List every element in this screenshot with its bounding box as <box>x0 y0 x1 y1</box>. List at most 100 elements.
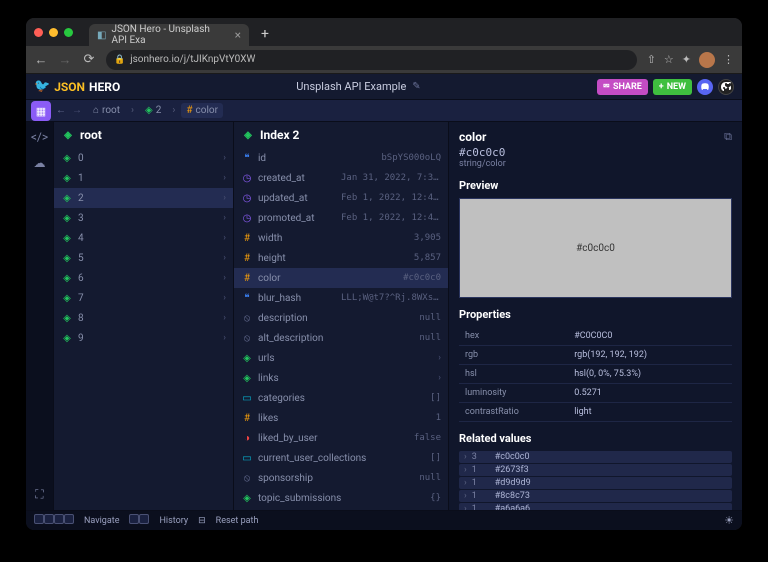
reset-path-icon: ⊟ <box>198 516 206 526</box>
breadcrumb-root[interactable]: ⌂ root <box>88 103 125 118</box>
field-row-categories[interactable]: ▭categories[] <box>234 388 448 408</box>
chevron-right-icon: › <box>223 233 226 243</box>
field-row-topic_submissions[interactable]: ◈topic_submissions{} <box>234 488 448 508</box>
related-value-row[interactable]: ›1#8c8c73 <box>459 490 732 502</box>
theme-toggle-icon[interactable]: ☀ <box>724 514 734 527</box>
root-item-7[interactable]: ◈7› <box>54 288 233 308</box>
cube-icon: ◈ <box>145 105 153 116</box>
logo[interactable]: 🐦 JSONHERO <box>34 79 120 94</box>
crumb-forward-icon[interactable]: → <box>72 105 82 116</box>
field-row-color[interactable]: #color#c0c0c0 <box>234 268 448 288</box>
chevron-right-icon: › <box>223 193 226 203</box>
share-page-icon[interactable]: ⇧ <box>647 53 656 66</box>
field-value: Jan 31, 2022, 7:39:53 PM … <box>341 173 441 183</box>
field-row-current_user_collections[interactable]: ▭current_user_collections[] <box>234 448 448 468</box>
field-value: LLL;W@t7?^Rj.8WXs:oIyDofI… <box>341 293 441 303</box>
github-button[interactable] <box>718 79 734 95</box>
field-row-created_at[interactable]: ◷created_atJan 31, 2022, 7:39:53 PM … <box>234 168 448 188</box>
root-item-0[interactable]: ◈0› <box>54 148 233 168</box>
close-tab-icon[interactable]: × <box>235 28 241 42</box>
field-row-liked_by_user[interactable]: ◑liked_by_userfalse <box>234 428 448 448</box>
browser-menu-icon[interactable]: ⋮ <box>723 53 734 66</box>
property-value: light <box>568 403 732 422</box>
edit-title-icon[interactable]: ✎ <box>412 81 420 92</box>
root-item-3[interactable]: ◈3› <box>54 208 233 228</box>
property-key: hsl <box>459 365 568 384</box>
field-row-likes[interactable]: #likes1 <box>234 408 448 428</box>
related-value-row[interactable]: ›1#d9d9d9 <box>459 477 732 489</box>
new-button[interactable]: + NEW <box>653 79 692 95</box>
bookmark-icon[interactable]: ☆ <box>664 53 674 66</box>
field-key: created_at <box>258 173 305 184</box>
close-window-icon[interactable] <box>34 28 43 37</box>
field-row-id[interactable]: ❝idbSpYS000oLQ <box>234 148 448 168</box>
root-item-label: 3 <box>78 213 84 224</box>
null-icon: ⦸ <box>241 473 253 484</box>
main-content: </> ☁ ⛶ ◈ root ◈0›◈1›◈2›◈3›◈4›◈5›◈6›◈7›◈… <box>26 122 742 510</box>
root-item-label: 5 <box>78 253 84 264</box>
field-row-blur_hash[interactable]: ❝blur_hashLLL;W@t7?^Rj.8WXs:oIyDofI… <box>234 288 448 308</box>
url-text: jsonhero.io/j/tJIKnpVtY0XW <box>130 54 255 65</box>
related-value-row[interactable]: ›1#2673f3 <box>459 464 732 476</box>
root-item-5[interactable]: ◈ 5 › <box>54 248 233 268</box>
root-item-1[interactable]: ◈1› <box>54 168 233 188</box>
window-controls <box>34 28 73 37</box>
footer-reset-button[interactable]: Reset path <box>216 516 259 526</box>
related-value-row[interactable]: ›1#a6a6a6 <box>459 503 732 510</box>
field-key: urls <box>258 353 275 364</box>
chevron-right-icon: › <box>172 105 175 116</box>
properties-table: hex#C0C0C0rgbrgb(192, 192, 192)hslhsl(0,… <box>459 327 732 422</box>
field-row-links[interactable]: ◈links› <box>234 368 448 388</box>
field-row-promoted_at[interactable]: ◷promoted_atFeb 1, 2022, 12:40:01 P… <box>234 208 448 228</box>
field-key: height <box>258 253 286 264</box>
expand-icon[interactable]: ⛶ <box>35 487 43 502</box>
profile-avatar[interactable] <box>699 52 715 68</box>
field-row-height[interactable]: #height5,857 <box>234 248 448 268</box>
back-button[interactable]: ← <box>34 52 48 68</box>
root-item-4[interactable]: ◈4› <box>54 228 233 248</box>
view-mode-button[interactable]: ▦ <box>31 101 51 121</box>
field-value: null <box>419 313 441 323</box>
share-button[interactable]: ⮹ SHARE <box>597 79 648 95</box>
column-index-header: ◈ Index 2 <box>234 122 448 148</box>
field-row-updated_at[interactable]: ◷updated_atFeb 1, 2022, 12:40:02 PM… <box>234 188 448 208</box>
code-view-icon[interactable]: </> <box>31 130 48 144</box>
root-item-8[interactable]: ◈8› <box>54 308 233 328</box>
field-row-width[interactable]: #width3,905 <box>234 228 448 248</box>
minimize-window-icon[interactable] <box>49 28 58 37</box>
root-item-9[interactable]: ◈9› <box>54 328 233 348</box>
chevron-right-icon: › <box>223 253 226 263</box>
forward-button[interactable]: → <box>58 52 72 68</box>
field-row-description[interactable]: ⦸descriptionnull <box>234 308 448 328</box>
preview-heading: Preview <box>459 179 732 192</box>
breadcrumb-index[interactable]: ◈ 2 <box>140 103 166 118</box>
status-bar: Navigate History ⊟ Reset path ☀ <box>26 510 742 530</box>
address-field[interactable]: 🔒 jsonhero.io/j/tJIKnpVtY0XW <box>106 50 637 70</box>
cloud-download-icon[interactable]: ☁ <box>34 156 46 170</box>
root-item-2[interactable]: ◈2› <box>54 188 233 208</box>
extensions-icon[interactable]: ✦ <box>682 53 691 66</box>
address-bar-row: ← → ⟳ 🔒 jsonhero.io/j/tJIKnpVtY0XW ⇧ ☆ ✦… <box>26 46 742 74</box>
discord-button[interactable] <box>697 79 713 95</box>
root-item-6[interactable]: ◈6› <box>54 268 233 288</box>
new-tab-button[interactable]: + <box>261 26 269 42</box>
related-value-row[interactable]: ›3#c0c0c0 <box>459 451 732 463</box>
breadcrumb-field[interactable]: # color <box>181 103 223 118</box>
cube-icon: ◈ <box>61 253 73 264</box>
property-value: hsl(0, 0%, 75.3%) <box>568 365 732 384</box>
related-count: 3 <box>472 452 490 462</box>
crumb-back-icon[interactable]: ← <box>56 105 66 116</box>
field-key: id <box>258 153 266 164</box>
copy-icon[interactable]: ⧉ <box>724 130 732 144</box>
document-title-text: Unsplash API Example <box>296 80 406 93</box>
breadcrumb-field-label: color <box>196 105 218 116</box>
field-value: bSpYS000oLQ <box>381 153 441 163</box>
reload-button[interactable]: ⟳ <box>82 52 96 68</box>
maximize-window-icon[interactable] <box>64 28 73 37</box>
field-row-alt_description[interactable]: ⦸alt_descriptionnull <box>234 328 448 348</box>
null-icon: ⦸ <box>241 333 253 344</box>
browser-tab[interactable]: ◧ JSON Hero - Unsplash API Exa × <box>89 24 249 46</box>
field-row-sponsorship[interactable]: ⦸sponsorshipnull <box>234 468 448 488</box>
field-key: topic_submissions <box>258 493 341 504</box>
field-row-urls[interactable]: ◈urls› <box>234 348 448 368</box>
